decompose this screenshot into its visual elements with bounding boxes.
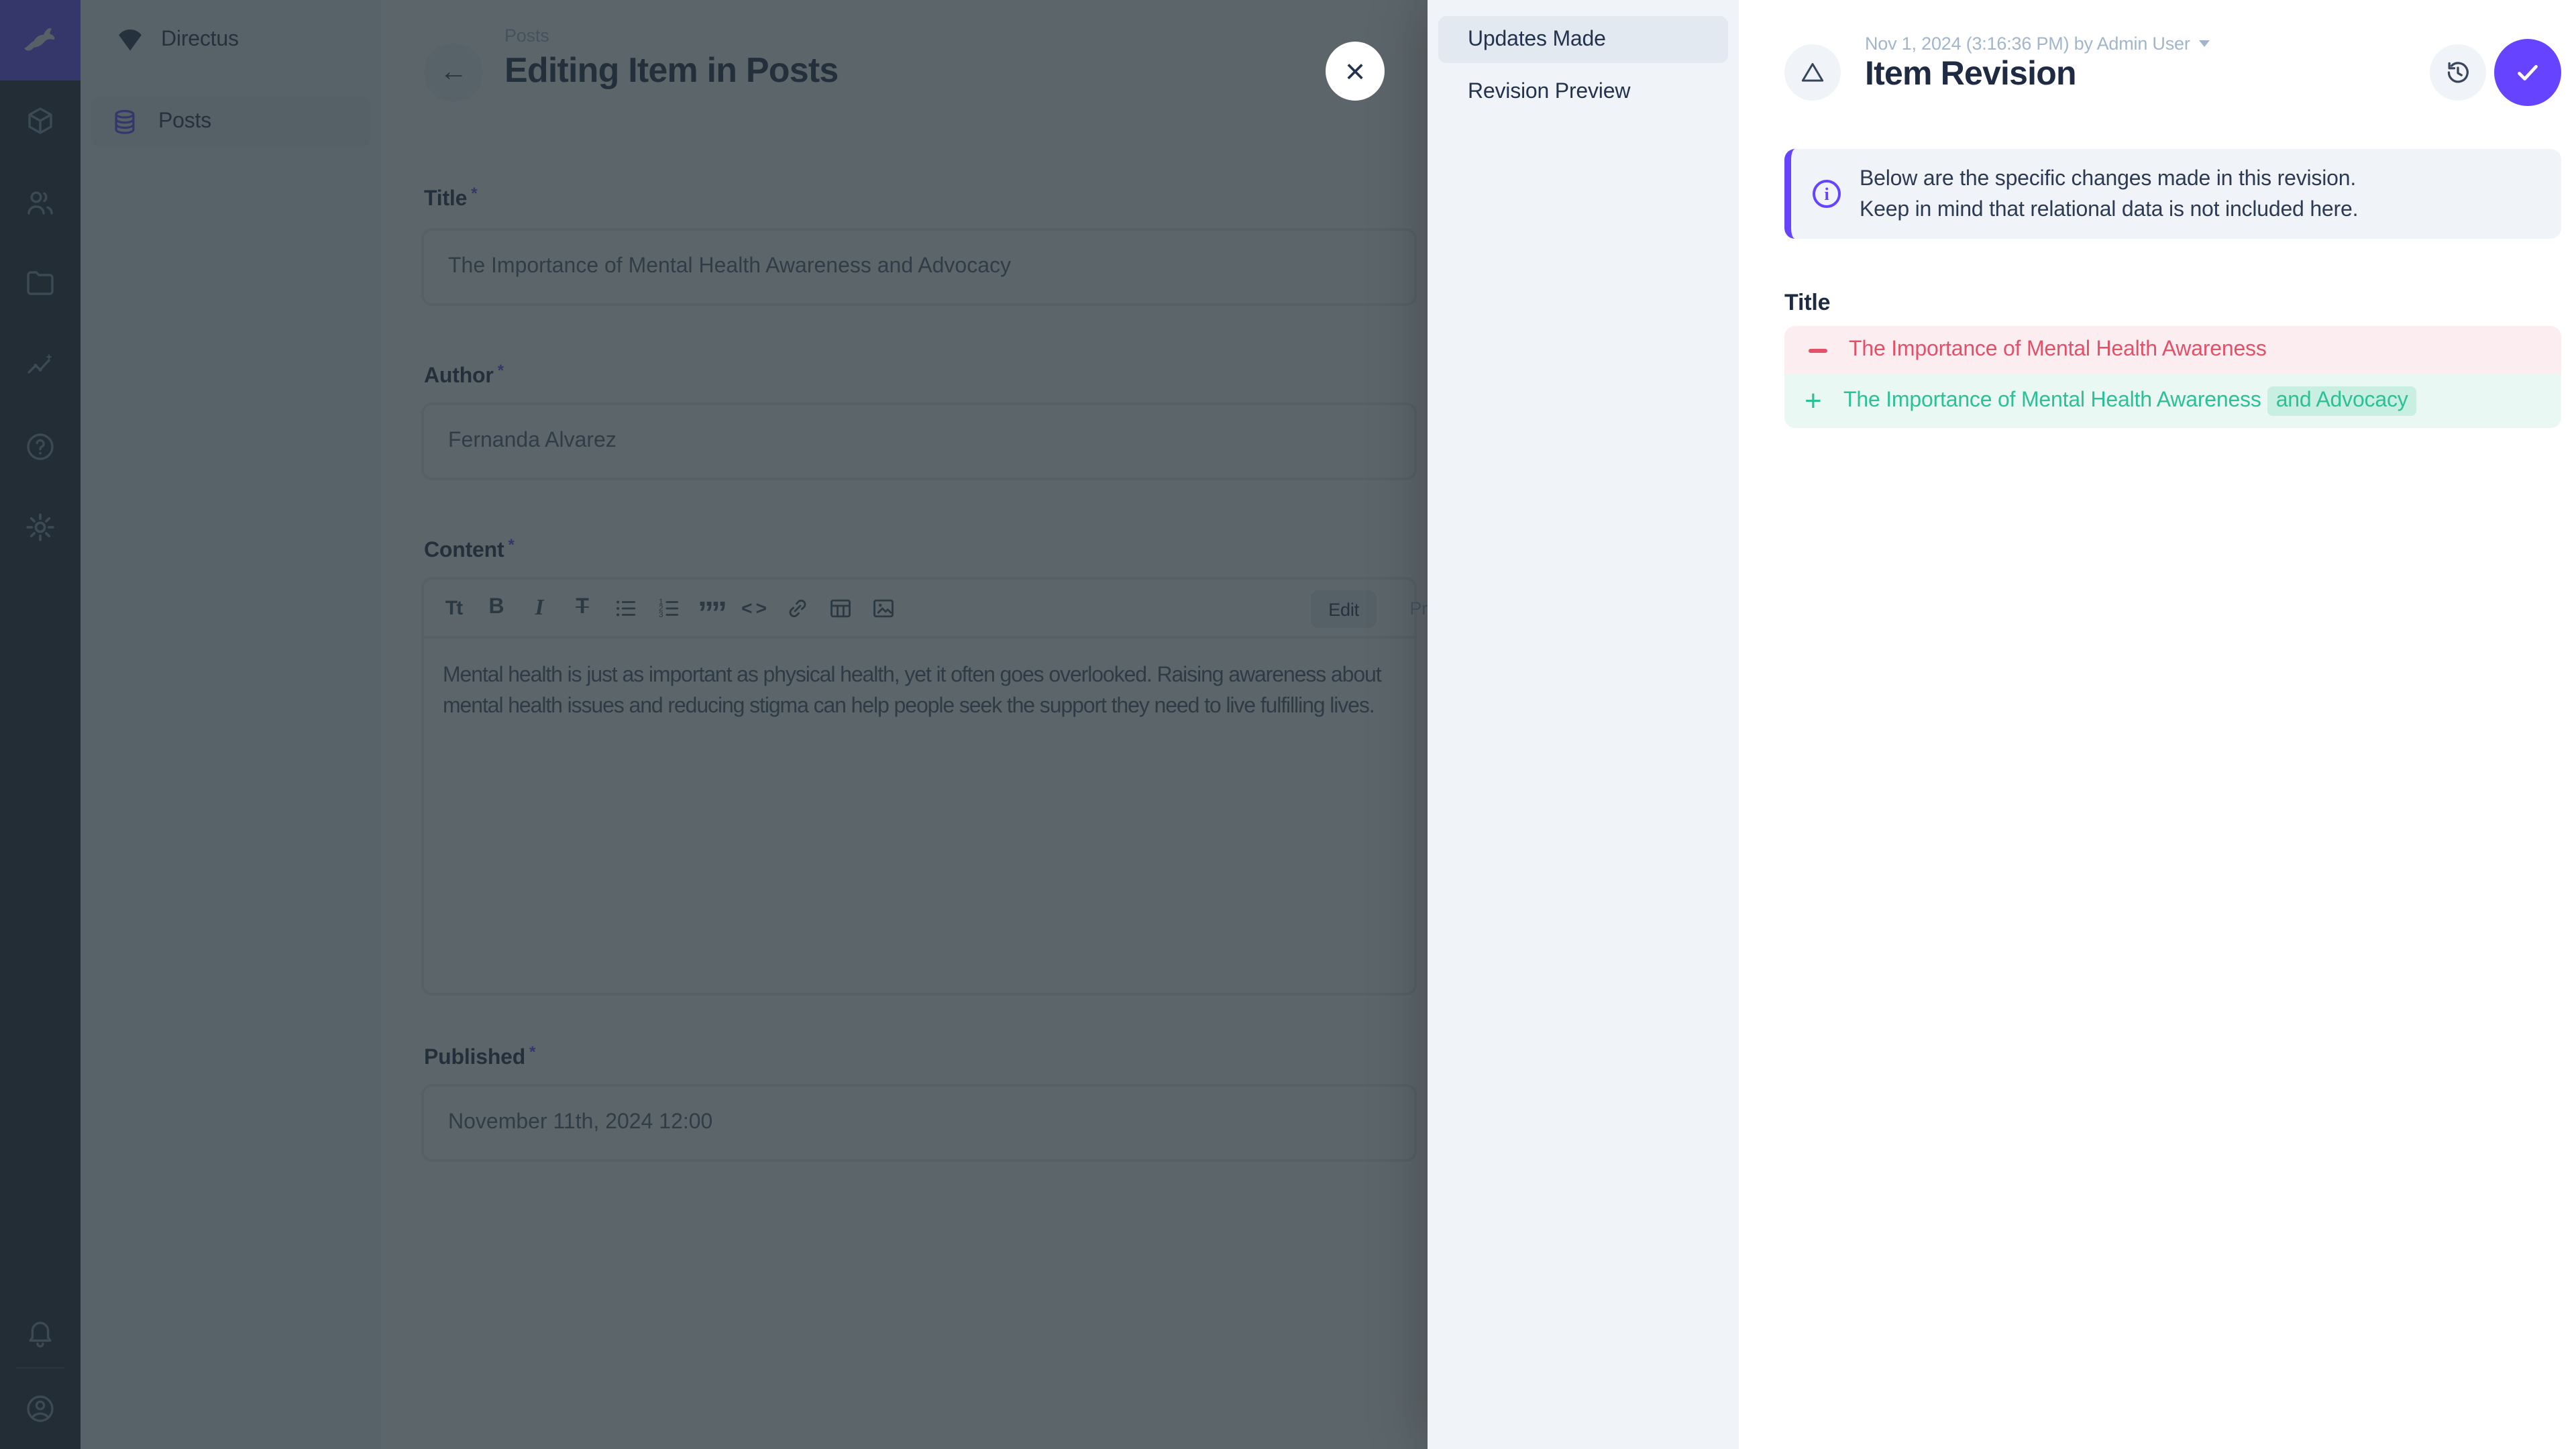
diff-removed-text: The Importance of Mental Health Awarenes… bbox=[1849, 338, 2267, 362]
diff-block: The Importance of Mental Health Awarenes… bbox=[1784, 326, 2561, 428]
change-triangle-icon[interactable] bbox=[1784, 44, 1841, 101]
diff-added-highlight: and Advocacy bbox=[2268, 386, 2416, 416]
chevron-down-icon bbox=[2200, 40, 2210, 47]
diff-added-text: The Importance of Mental Health Awarenes… bbox=[1843, 389, 2261, 413]
minus-icon bbox=[1809, 348, 1827, 352]
directus-app: Directus Posts Posts Editing Item in Pos… bbox=[0, 0, 2576, 1449]
revision-meta-text: Nov 1, 2024 (3:16:36 PM) by Admin User bbox=[1865, 34, 2190, 54]
diff-removed-row: The Importance of Mental Health Awarenes… bbox=[1784, 326, 2561, 374]
diff-added-row: The Importance of Mental Health Awarenes… bbox=[1784, 374, 2561, 428]
drawer-tab-revision-preview[interactable]: Revision Preview bbox=[1438, 68, 1728, 115]
close-icon[interactable] bbox=[1326, 42, 1385, 101]
revision-drawer: Updates Made Revision Preview Nov 1, 202… bbox=[1428, 0, 2576, 1449]
notice-text: Below are the specific changes made in t… bbox=[1860, 149, 2358, 239]
info-icon bbox=[1813, 180, 1841, 208]
drawer-tab-updates-made[interactable]: Updates Made bbox=[1438, 16, 1728, 63]
revision-meta[interactable]: Nov 1, 2024 (3:16:36 PM) by Admin User bbox=[1865, 34, 2210, 54]
plus-icon bbox=[1805, 386, 1826, 417]
notice-line-1: Below are the specific changes made in t… bbox=[1860, 164, 2358, 195]
revision-notice: Below are the specific changes made in t… bbox=[1784, 149, 2561, 239]
drawer-panel: Nov 1, 2024 (3:16:36 PM) by Admin User I… bbox=[1739, 0, 2576, 1449]
drawer-title: Item Revision bbox=[1865, 55, 2076, 94]
check-icon[interactable] bbox=[2494, 39, 2561, 106]
history-icon[interactable] bbox=[2430, 44, 2486, 101]
diff-section-title: Title bbox=[1784, 290, 1830, 317]
drawer-sidebar: Updates Made Revision Preview bbox=[1428, 0, 1739, 1449]
notice-line-2: Keep in mind that relational data is not… bbox=[1860, 195, 2358, 225]
